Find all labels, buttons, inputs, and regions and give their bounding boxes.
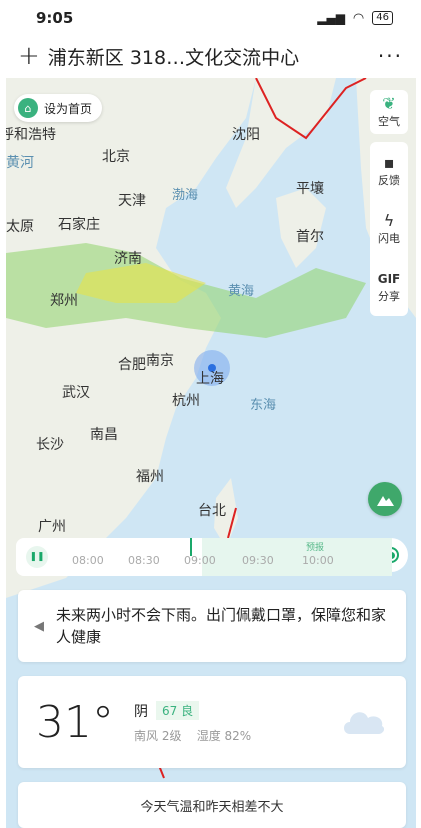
map-city-label: 武汉 <box>62 385 90 401</box>
map-city-label: 长沙 <box>36 437 64 453</box>
wifi-icon: ◠ <box>352 10 365 26</box>
feedback-button[interactable]: ▪ 反馈 <box>370 142 408 200</box>
add-location-button[interactable]: + <box>18 43 40 69</box>
lightning-icon: ϟ <box>383 211 395 230</box>
radar-timeline[interactable]: ❚❚ 预报 08:00 08:30 09:00 09:30 10:00 <box>16 538 392 576</box>
humidity-info: 湿度 82% <box>196 728 252 743</box>
map-city-label: 南京 <box>146 353 174 369</box>
map-city-label: 杭州 <box>172 393 200 409</box>
feedback-icon: ▪ <box>383 153 395 172</box>
map-city-label: 天津 <box>118 193 146 209</box>
lightning-button[interactable]: ϟ 闪电 <box>370 200 408 258</box>
map-sea-label: 黄海 <box>228 284 255 299</box>
map-city-label: 平壤 <box>296 181 324 197</box>
rain-alert-card[interactable]: ◀ 未来两小时不会下雨。出门佩戴口罩，保障您和家人健康 <box>18 590 406 662</box>
map-city-label: 沈阳 <box>232 127 260 143</box>
rain-alert-text: 未来两小时不会下雨。出门佩戴口罩，保障您和家人健康 <box>56 606 387 646</box>
pause-button[interactable]: ❚❚ <box>26 546 48 568</box>
mountain-icon <box>377 496 394 506</box>
map-layer-button[interactable] <box>368 482 402 516</box>
home-icon: ⌂ <box>18 98 38 118</box>
temperature-compare-card[interactable]: 今天气温和昨天相差不大 <box>18 782 406 828</box>
temperature-compare-text: 今天气温和昨天相差不大 <box>140 799 284 815</box>
timeline-tick: 08:00 <box>72 554 104 567</box>
lightning-label: 闪电 <box>378 232 400 245</box>
weather-condition: 阴 <box>134 703 148 720</box>
set-home-label: 设为首页 <box>44 101 93 116</box>
set-home-button[interactable]: ⌂ 设为首页 <box>14 94 103 122</box>
map-city-label: 广州 <box>38 519 66 535</box>
timeline-tick: 08:30 <box>128 554 160 567</box>
timeline-track[interactable]: 预报 08:00 08:30 09:00 09:30 10:00 <box>62 538 392 576</box>
map-city-label: 郑州 <box>50 293 78 309</box>
map-city-label: 福州 <box>136 469 164 485</box>
wind-info: 南风 2级 <box>134 728 182 743</box>
timeline-tick: 09:00 <box>184 554 216 567</box>
map-city-label: 北京 <box>102 149 130 165</box>
cloud-icon <box>344 712 385 734</box>
map-sea-label: 东海 <box>250 398 277 413</box>
gif-share-label: 分享 <box>378 290 400 303</box>
map-city-label: 首尔 <box>296 229 324 245</box>
current-weather-card[interactable]: 31° 阴 67 良 南风 2级 湿度 82% <box>18 676 406 768</box>
top-bar: + 浦东新区 318…文化交流中心 ··· <box>0 36 421 76</box>
feedback-label: 反馈 <box>378 174 400 187</box>
current-temperature: 31° <box>36 696 114 748</box>
map-sea-label: 渤海 <box>172 188 199 203</box>
air-quality-label: 空气 <box>378 115 400 128</box>
map-city-label: 黄河 <box>6 155 34 171</box>
gif-share-button[interactable]: GIF 分享 <box>370 258 408 316</box>
map-city-label: 上海 <box>196 371 224 387</box>
forecast-region <box>202 538 392 576</box>
timeline-tick: 09:30 <box>242 554 274 567</box>
air-quality-button[interactable]: ❦ 空气 <box>370 90 408 134</box>
location-title[interactable]: 浦东新区 318…文化交流中心 <box>48 43 378 70</box>
leaf-icon: ❦ <box>382 94 396 113</box>
signal-icon: ▂▄▆ <box>317 11 345 25</box>
battery-icon: 46 <box>372 11 393 25</box>
more-menu-button[interactable]: ··· <box>378 44 403 68</box>
map-city-label: 呼和浩特 <box>6 127 56 143</box>
map-city-label: 南昌 <box>90 427 118 443</box>
status-bar: 9:05 ▂▄▆ ◠ 46 <box>0 0 421 36</box>
gif-icon: GIF <box>377 272 401 286</box>
map-city-label: 合肥 <box>118 357 146 373</box>
status-time: 9:05 <box>36 9 74 27</box>
map-city-label: 台北 <box>198 503 226 519</box>
forecast-label: 预报 <box>306 543 325 553</box>
aqi-badge[interactable]: 67 良 <box>156 701 200 720</box>
timeline-tick: 10:00 <box>302 554 334 567</box>
map-city-label: 石家庄 <box>58 217 100 233</box>
map-city-label: 济南 <box>114 251 142 267</box>
speaker-icon: ◀ <box>34 618 44 634</box>
map-city-label: 太原 <box>6 219 34 235</box>
